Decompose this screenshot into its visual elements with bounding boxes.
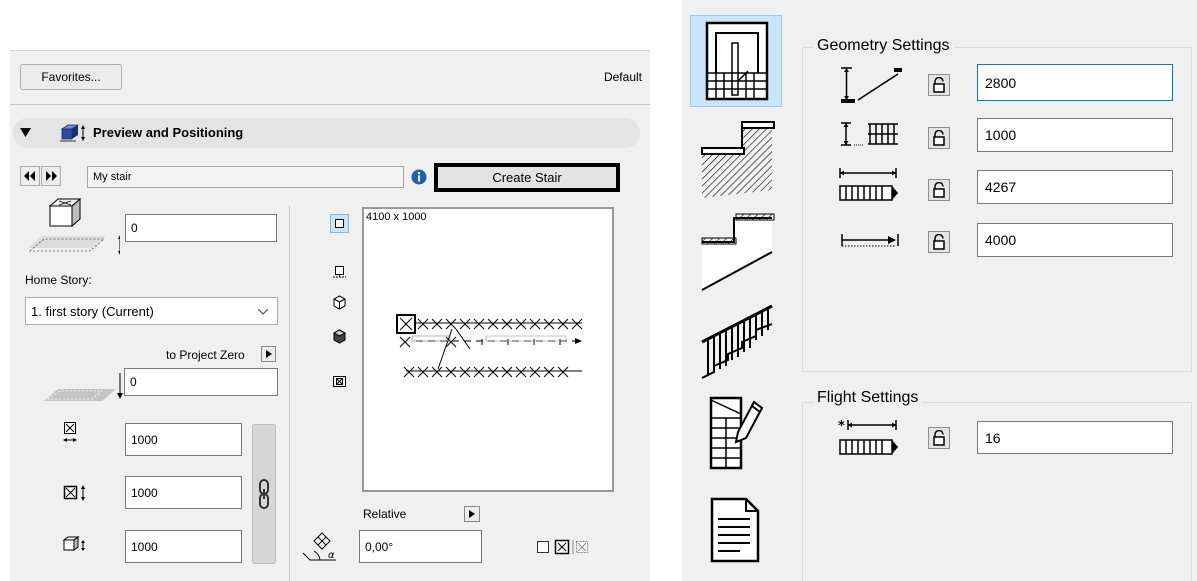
unlock-icon: [933, 182, 945, 198]
view-section-icon[interactable]: [331, 263, 348, 280]
stair-preview-window[interactable]: 4100 x 1000: [362, 207, 614, 492]
stair-plan-drawing: [396, 314, 583, 378]
home-story-label: Home Story:: [25, 273, 92, 287]
width-field[interactable]: 1000: [125, 423, 242, 456]
lock-flight-width-button[interactable]: [928, 127, 950, 149]
mirror-flip-icon[interactable]: [572, 539, 588, 555]
column-divider: [289, 206, 290, 581]
section-title: Preview and Positioning: [93, 125, 244, 140]
stair-length-icon: [839, 168, 898, 201]
chain-link-icon: [259, 479, 269, 509]
geometry-settings-title: Geometry Settings: [814, 37, 954, 55]
height-field[interactable]: 1000: [125, 476, 242, 509]
divider: [10, 104, 650, 105]
unlock-icon: [933, 130, 945, 146]
tab-listing-labeling-icon[interactable]: [710, 497, 762, 565]
tab-geometry-structure[interactable]: [690, 15, 782, 107]
info-icon[interactable]: [411, 169, 427, 185]
relative-dropdown-button[interactable]: [464, 506, 480, 522]
unlock-icon: [933, 77, 945, 93]
preview-positioning-icon: [60, 124, 85, 142]
view-elevation-icon[interactable]: [331, 373, 348, 390]
riser-count-field[interactable]: 16: [977, 421, 1173, 454]
flight-settings-title: Flight Settings: [814, 389, 923, 407]
to-project-zero-label: to Project Zero: [166, 348, 245, 362]
stair-length-field[interactable]: 4267: [977, 170, 1173, 204]
stair-settings-tabs-panel: Geometry Settings 2800 1000 4267 4000 Fl…: [682, 0, 1197, 581]
depth-dimension-icon: [62, 536, 85, 551]
svg-text:α: α: [328, 550, 335, 561]
unlock-icon: [933, 430, 945, 446]
favorites-button[interactable]: Favorites...: [20, 64, 122, 90]
default-label: Default: [603, 70, 642, 84]
stair-plan-tab-icon: [705, 21, 769, 101]
offset-to-project-zero-icon: [44, 373, 123, 401]
mirror-checkbox[interactable]: [537, 541, 549, 553]
home-story-value: 1. first story (Current): [31, 303, 154, 319]
next-stair-button[interactable]: [41, 166, 61, 186]
unlock-icon: [933, 234, 945, 250]
walking-line-length-icon: [841, 234, 899, 247]
tab-tread-riser-icon[interactable]: [700, 110, 776, 198]
view-3d-wireframe-icon[interactable]: [331, 294, 348, 311]
section-header-preview-positioning[interactable]: Preview and Positioning: [13, 118, 640, 148]
angle-field[interactable]: 0,00°: [359, 530, 482, 563]
view-floor-plan-button[interactable]: [330, 214, 349, 233]
width-dimension-icon: [63, 422, 77, 442]
relative-label: Relative: [363, 507, 407, 521]
chevron-down-icon: [258, 309, 268, 315]
svg-text:*: *: [838, 419, 845, 434]
project-zero-dropdown-button[interactable]: [261, 346, 276, 362]
preview-dimensions-label: 4100 x 1000: [366, 211, 427, 223]
walking-line-length-field[interactable]: 4000: [977, 223, 1173, 257]
lock-riser-count-button[interactable]: [928, 427, 950, 449]
proportion-lock-button[interactable]: [252, 424, 276, 564]
tab-floor-plan-section-icon[interactable]: [708, 392, 766, 472]
height-dimension-icon: [63, 485, 85, 501]
elevation-field[interactable]: 0: [125, 214, 277, 242]
stair-height-icon: [841, 67, 902, 103]
stair-height-field[interactable]: 2800: [977, 64, 1173, 101]
offset-field[interactable]: 0: [124, 368, 278, 396]
previous-stair-button[interactable]: [20, 166, 40, 186]
flight-width-icon: [841, 122, 898, 146]
depth-field[interactable]: 1000: [125, 530, 242, 563]
home-story-select[interactable]: 1. first story (Current): [25, 297, 278, 325]
lock-stair-height-button[interactable]: [928, 74, 950, 96]
stair-name-field[interactable]: My stair: [87, 166, 404, 188]
mirror-icon[interactable]: [554, 539, 570, 555]
tab-structure-icon[interactable]: [700, 208, 776, 298]
rotation-angle-icon: α: [302, 532, 336, 561]
flight-width-field[interactable]: 1000: [977, 118, 1173, 152]
tab-railing-icon[interactable]: [700, 300, 776, 382]
collapse-triangle-icon[interactable]: [20, 128, 31, 137]
stair-settings-panel: Favorites... Default Preview and Positio…: [10, 50, 650, 581]
elevation-box-icon: [28, 197, 120, 255]
view-3d-shaded-icon[interactable]: [331, 328, 348, 345]
create-stair-button[interactable]: Create Stair: [434, 163, 620, 192]
lock-stair-length-button[interactable]: [928, 179, 950, 201]
lock-walking-line-button[interactable]: [928, 231, 950, 253]
riser-count-icon: *: [838, 419, 898, 455]
